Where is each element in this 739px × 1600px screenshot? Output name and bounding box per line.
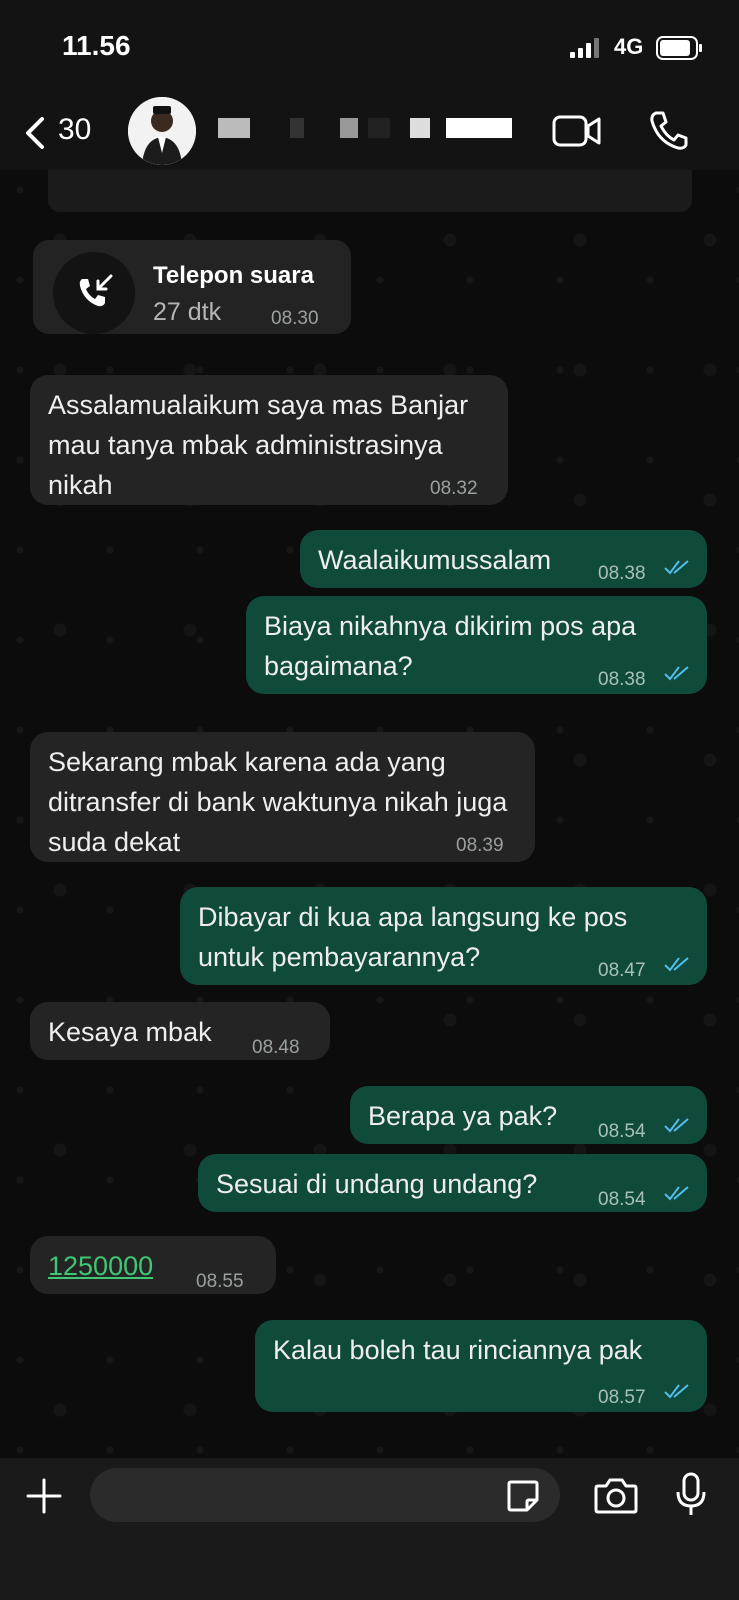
read-ticks-icon	[664, 666, 689, 681]
message-input[interactable]	[90, 1468, 560, 1522]
message-outgoing[interactable]: Sesuai di undang undang? 08.54	[198, 1154, 707, 1212]
read-ticks-icon	[664, 1186, 689, 1201]
sticker-icon[interactable]	[505, 1478, 541, 1514]
message-time: 08.38	[598, 669, 646, 690]
unread-count[interactable]: 30	[58, 113, 91, 147]
message-time: 08.54	[598, 1121, 646, 1142]
status-bar: 11.56 4G	[0, 0, 739, 95]
message-text: Assalamualaikum saya mas Banjar mau tany…	[48, 390, 469, 500]
back-chevron-icon[interactable]	[18, 113, 58, 153]
plus-icon[interactable]	[24, 1476, 64, 1516]
chat-area[interactable]: Telepon suara 27 dtk 08.30 Assalamualaik…	[0, 170, 739, 1458]
message-time: 08.39	[456, 835, 504, 856]
read-ticks-icon	[664, 1118, 689, 1133]
camera-icon[interactable]	[594, 1476, 638, 1514]
message-outgoing[interactable]: Kalau boleh tau rinciannya pak 08.57	[255, 1320, 707, 1412]
chat-header: 30	[0, 95, 739, 170]
compose-bar	[0, 1458, 739, 1600]
message-time: 08.48	[252, 1037, 300, 1058]
signal-icon	[570, 38, 599, 58]
message-outgoing[interactable]: Berapa ya pak? 08.54	[350, 1086, 707, 1144]
call-duration: 27 dtk	[153, 298, 222, 326]
read-ticks-icon	[664, 560, 689, 575]
status-time: 11.56	[62, 30, 131, 61]
voice-call-card[interactable]: Telepon suara 27 dtk 08.30	[33, 240, 351, 334]
call-title: Telepon suara	[153, 262, 314, 289]
contact-avatar[interactable]	[128, 97, 196, 165]
message-time: 08.32	[430, 478, 478, 499]
message-text: Sekarang mbak karena ada yang ditransfer…	[48, 747, 508, 857]
message-time: 08.57	[598, 1387, 646, 1408]
microphone-icon[interactable]	[675, 1472, 707, 1518]
battery-icon	[656, 36, 702, 60]
voice-call-icon[interactable]	[648, 109, 688, 151]
message-time: 08.55	[196, 1271, 244, 1292]
message-outgoing[interactable]: Waalaikumussalam 08.38	[300, 530, 707, 588]
video-call-icon[interactable]	[552, 113, 602, 149]
message-incoming[interactable]: Kesaya mbak 08.48	[30, 1002, 330, 1060]
previous-message-edge	[48, 170, 692, 212]
message-incoming[interactable]: 1250000 08.55	[30, 1236, 276, 1294]
message-text: Kalau boleh tau rinciannya pak	[273, 1335, 643, 1365]
incoming-call-icon	[79, 274, 113, 307]
message-time: 08.54	[598, 1189, 646, 1210]
incoming-call-circle	[53, 252, 135, 334]
message-incoming[interactable]: Sekarang mbak karena ada yang ditransfer…	[30, 732, 535, 862]
read-ticks-icon	[664, 957, 689, 972]
message-outgoing[interactable]: Dibayar di kua apa langsung ke pos untuk…	[180, 887, 707, 985]
read-ticks-icon	[664, 1384, 689, 1399]
message-time: 08.38	[598, 563, 646, 584]
message-outgoing[interactable]: Biaya nikahnya dikirim pos apa bagaimana…	[246, 596, 707, 694]
message-incoming[interactable]: Assalamualaikum saya mas Banjar mau tany…	[30, 375, 508, 505]
call-time: 08.30	[271, 308, 319, 329]
message-time: 08.47	[598, 960, 646, 981]
network-type: 4G	[614, 34, 644, 59]
